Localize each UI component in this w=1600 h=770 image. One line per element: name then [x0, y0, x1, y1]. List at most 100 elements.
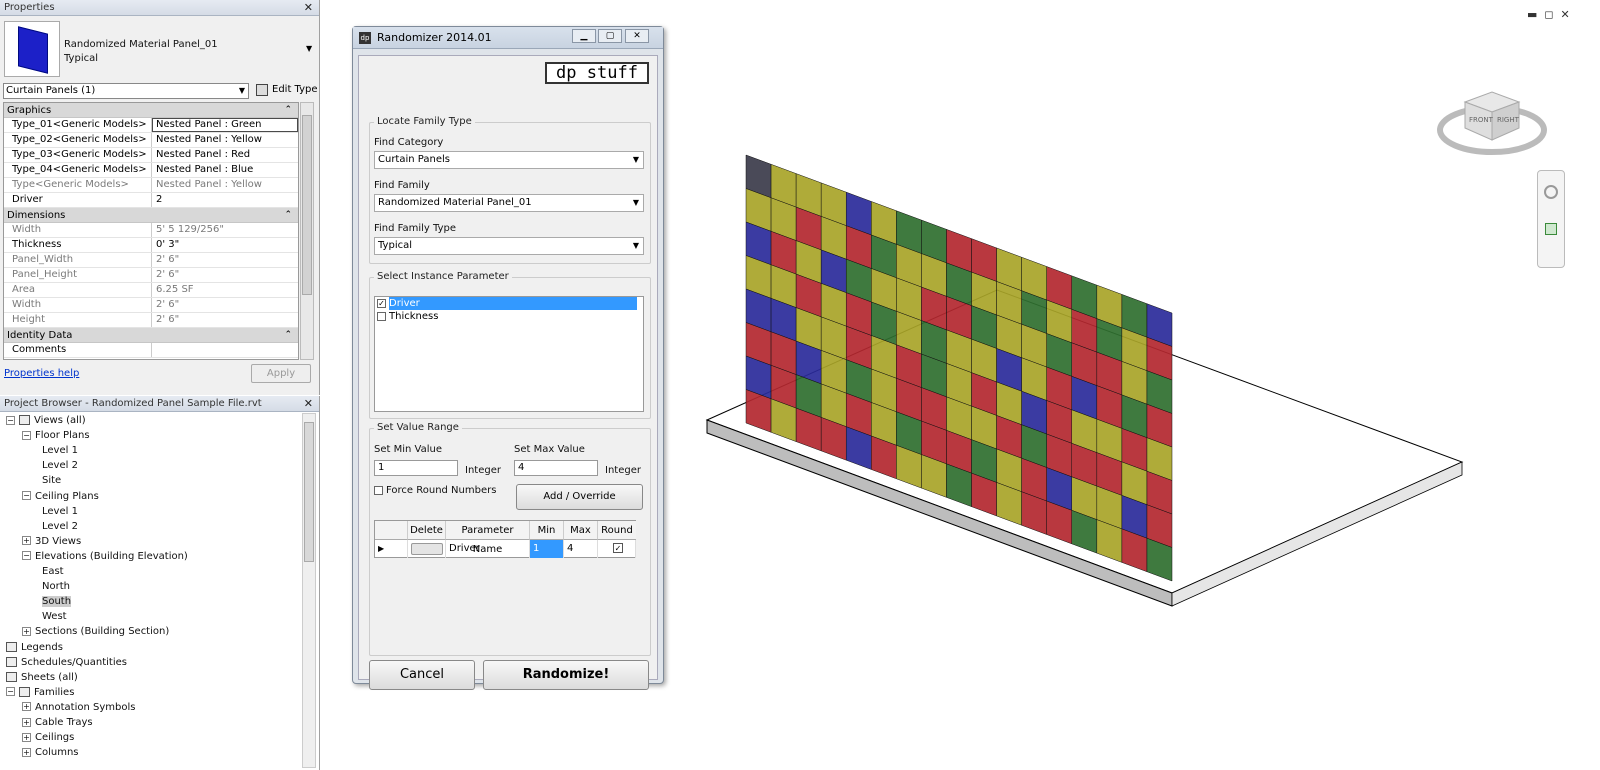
expand-icon[interactable]: + — [22, 747, 31, 757]
param-list-item[interactable]: ✓ Driver — [375, 297, 643, 310]
property-value[interactable]: 2' 6" — [152, 313, 298, 327]
collapse-icon[interactable]: − — [22, 551, 31, 561]
tree-item[interactable]: − Views (all) — [6, 413, 86, 428]
tree-item[interactable]: − Ceiling Plans — [22, 489, 99, 504]
close-icon[interactable]: ✕ — [625, 29, 649, 43]
tree-item[interactable]: + Ceilings — [22, 730, 74, 745]
tree-item[interactable]: + Annotation Symbols — [22, 700, 135, 715]
tree-item[interactable]: West — [42, 609, 67, 624]
expand-icon[interactable]: + — [22, 702, 31, 712]
row-selector-icon[interactable]: ▶ — [375, 540, 408, 558]
property-value[interactable]: Nested Panel : Blue — [152, 163, 298, 177]
tree-item[interactable]: Legends — [6, 640, 63, 655]
close-icon[interactable]: ✕ — [304, 396, 313, 412]
property-value[interactable]: 2' 6" — [152, 268, 298, 282]
cancel-button[interactable]: Cancel — [369, 660, 475, 690]
property-value[interactable]: 5' 5 129/256" — [152, 223, 298, 237]
delete-row-button[interactable] — [408, 540, 446, 558]
tree-item[interactable]: Schedules/Quantities — [6, 655, 127, 670]
edit-type-button[interactable]: Edit Type — [254, 82, 318, 100]
collapse-icon[interactable]: − — [6, 415, 15, 425]
row-max-cell[interactable]: 4 — [564, 540, 598, 558]
tree-item[interactable]: + Sections (Building Section) — [22, 624, 169, 639]
tree-item[interactable]: − Families — [6, 685, 74, 700]
property-group-header[interactable]: Dimensions ⌃ — [4, 208, 298, 223]
viewcube-right-label[interactable]: RIGHT — [1497, 116, 1520, 124]
min-value-input[interactable]: 1 — [374, 460, 458, 476]
property-row[interactable]: Width 5' 5 129/256" — [4, 223, 298, 238]
property-row[interactable]: Type_02<Generic Models> Nested Panel : Ye… — [4, 133, 298, 148]
viewcube[interactable]: FRONT RIGHT — [1437, 70, 1547, 160]
steering-wheel-icon[interactable] — [1544, 185, 1558, 199]
property-value[interactable]: 2' 6" — [152, 253, 298, 267]
property-group-header[interactable]: Graphics ⌃ — [4, 103, 298, 118]
tree-item[interactable]: Site — [42, 473, 61, 488]
tree-item[interactable]: South — [42, 594, 72, 609]
param-checkbox[interactable]: ✓ — [377, 298, 386, 308]
property-value[interactable]: 6.25 SF — [152, 283, 298, 297]
maximize-icon[interactable]: ▢ — [598, 29, 622, 43]
property-value[interactable]: Nested Panel : Green — [152, 118, 298, 132]
force-round-checkbox[interactable]: Force Round Numbers — [374, 485, 496, 497]
property-group-header[interactable]: Identity Data ⌃ — [4, 328, 298, 343]
tree-item[interactable]: + Cable Trays — [22, 715, 93, 730]
property-row[interactable]: Comments — [4, 343, 298, 358]
collapse-icon[interactable]: ⌃ — [284, 208, 292, 223]
collapse-icon[interactable]: − — [22, 430, 31, 440]
property-value[interactable]: 2 — [152, 193, 298, 207]
find-family-type-dropdown[interactable]: Typical ▼ — [374, 237, 644, 255]
property-value[interactable] — [152, 343, 298, 357]
max-value-input[interactable]: 4 — [514, 460, 598, 476]
collapse-icon[interactable]: − — [6, 687, 15, 697]
property-row[interactable]: Thickness 0' 3" — [4, 238, 298, 253]
close-icon[interactable]: ✕ — [304, 0, 313, 16]
properties-scrollbar[interactable] — [300, 102, 314, 360]
param-list-item[interactable]: Thickness — [375, 310, 643, 323]
apply-button[interactable]: Apply — [251, 364, 311, 383]
property-value[interactable]: 2' 6" — [152, 298, 298, 312]
add-override-button[interactable]: Add / Override — [516, 484, 643, 510]
tree-item[interactable]: + Columns — [22, 745, 79, 760]
expand-icon[interactable]: + — [22, 626, 31, 636]
property-row[interactable]: Driver 2 — [4, 193, 298, 208]
property-value[interactable]: 0' 3" — [152, 238, 298, 252]
property-row[interactable]: Area 6.25 SF — [4, 283, 298, 298]
browser-scrollbar[interactable] — [302, 413, 316, 768]
tree-item[interactable]: Level 2 — [42, 458, 78, 473]
randomize-button[interactable]: Randomize! — [483, 660, 649, 690]
tree-item[interactable]: − Floor Plans — [22, 428, 90, 443]
value-range-table[interactable]: Delete Parameter Name Min Max Round ▶ Dr… — [374, 520, 636, 558]
parameter-listbox[interactable]: ✓ Driver Thickness — [374, 296, 644, 412]
property-row[interactable]: Type_01<Generic Models> Nested Panel : Gr… — [4, 118, 298, 133]
property-value[interactable]: Nested Panel : Red — [152, 148, 298, 162]
param-checkbox[interactable] — [377, 311, 386, 321]
tree-item[interactable]: Level 1 — [42, 443, 78, 458]
property-row[interactable]: Type_03<Generic Models> Nested Panel : Re… — [4, 148, 298, 163]
property-row[interactable]: Panel_Width 2' 6" — [4, 253, 298, 268]
property-row[interactable]: Type_04<Generic Models> Nested Panel : Bl… — [4, 163, 298, 178]
collapse-icon[interactable]: ⌃ — [284, 103, 292, 118]
tree-item[interactable]: North — [42, 579, 70, 594]
minimize-icon[interactable]: ▁ — [572, 29, 596, 43]
row-min-cell[interactable]: 1 — [530, 540, 564, 558]
viewport-window-controls[interactable]: ▬ ◻ ✕ — [1527, 8, 1570, 21]
collapse-icon[interactable]: ⌃ — [284, 328, 292, 343]
tree-item[interactable]: East — [42, 564, 64, 579]
tree-item[interactable]: Level 1 — [42, 504, 78, 519]
property-value[interactable]: Nested Panel : Yellow — [152, 133, 298, 147]
property-row[interactable]: Width 2' 6" — [4, 298, 298, 313]
type-selector[interactable]: Randomized Material Panel_01 Typical — [64, 38, 218, 66]
category-filter-dropdown[interactable]: Curtain Panels (1) ▼ — [3, 83, 249, 99]
navigation-bar[interactable] — [1537, 170, 1565, 268]
row-param-name[interactable]: Driver — [446, 540, 530, 558]
zoom-icon[interactable] — [1545, 223, 1557, 235]
expand-icon[interactable]: + — [22, 536, 31, 546]
expand-icon[interactable]: + — [22, 717, 31, 727]
tree-item[interactable]: Level 2 — [42, 519, 78, 534]
find-category-dropdown[interactable]: Curtain Panels ▼ — [374, 151, 644, 169]
tree-item[interactable]: Sheets (all) — [6, 670, 78, 685]
chevron-down-icon[interactable]: ▼ — [306, 44, 312, 53]
tree-item[interactable]: − Elevations (Building Elevation) — [22, 549, 188, 564]
row-round-checkbox[interactable]: ✓ — [598, 540, 636, 558]
collapse-icon[interactable]: − — [22, 491, 31, 500]
